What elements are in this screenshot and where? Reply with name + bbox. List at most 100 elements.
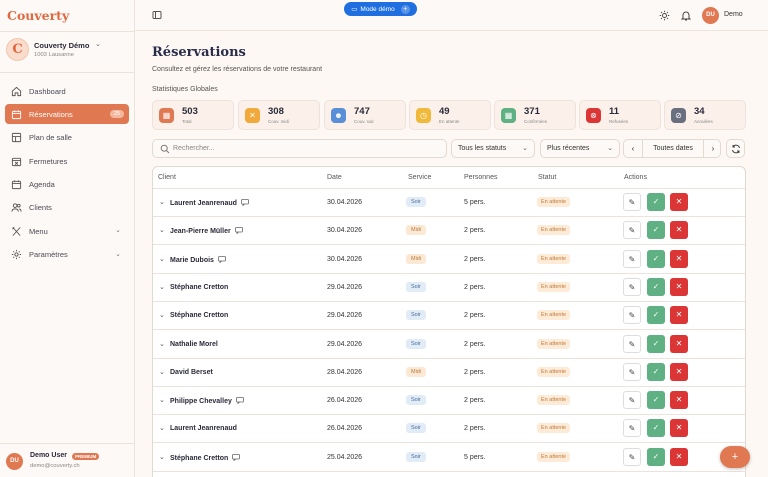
date-range-label[interactable]: Toutes dates bbox=[642, 140, 704, 157]
chevron-down-icon[interactable]: ⌄ bbox=[159, 255, 165, 263]
confirm-button[interactable]: ✓ bbox=[647, 391, 665, 410]
client-name[interactable]: Stéphane Cretton bbox=[170, 312, 228, 319]
edit-button[interactable]: ✎ bbox=[623, 306, 641, 325]
stat-card-total[interactable]: ▦ 503 Total bbox=[152, 100, 234, 130]
edit-button[interactable]: ✎ bbox=[623, 391, 641, 410]
avatar[interactable]: DU bbox=[702, 7, 719, 24]
add-reservation-button[interactable]: + bbox=[720, 446, 750, 468]
stat-card-refusees[interactable]: ⊗ 11 Refusées bbox=[579, 100, 661, 130]
sidebar-item-menu[interactable]: Menu ⌄ bbox=[5, 221, 129, 241]
edit-button[interactable]: ✎ bbox=[623, 447, 641, 466]
client-name[interactable]: Laurent Jeanrenaud bbox=[170, 425, 237, 432]
edit-button[interactable]: ✎ bbox=[623, 249, 641, 268]
confirm-button[interactable]: ✓ bbox=[647, 306, 665, 325]
sidebar-item-parametres[interactable]: Paramètres ⌄ bbox=[5, 245, 129, 265]
bell-icon[interactable] bbox=[680, 10, 692, 21]
reject-button[interactable]: ✕ bbox=[670, 249, 688, 268]
sidebar-item-agenda[interactable]: Agenda bbox=[5, 175, 129, 195]
chevron-down-icon[interactable]: ⌄ bbox=[159, 368, 165, 376]
confirm-button[interactable]: ✓ bbox=[647, 419, 665, 438]
client-name[interactable]: Laurent Jeanrenaud bbox=[170, 199, 249, 207]
edit-button[interactable]: ✎ bbox=[623, 221, 641, 240]
table-row[interactable]: ⌄ David Berset 28.04.2026 Midi 2 pers. En att… bbox=[153, 359, 745, 387]
user-email: demo@couverty.ch bbox=[30, 463, 80, 469]
stat-card-couv-midi[interactable]: ✕ 308 Couv. midi bbox=[238, 100, 320, 130]
status-filter-select[interactable]: Tous les statuts ⌄ bbox=[451, 139, 535, 158]
client-name[interactable]: Stéphane Cretton bbox=[170, 284, 228, 291]
stat-card-couv-soir[interactable]: ☻ 747 Couv. soir bbox=[324, 100, 406, 130]
service-badge: Soir bbox=[406, 310, 426, 321]
sidebar-item-clients[interactable]: Clients bbox=[5, 198, 129, 218]
sidebar-item-fermetures[interactable]: Fermetures bbox=[5, 151, 129, 171]
reject-button[interactable]: ✕ bbox=[670, 362, 688, 381]
client-name[interactable]: Stéphane Cretton bbox=[170, 453, 241, 462]
confirm-button[interactable]: ✓ bbox=[647, 362, 665, 381]
chevron-down-icon[interactable]: ⌄ bbox=[159, 283, 165, 291]
table-row[interactable]: ⌄ Laurent Jeanrenaud 26.04.2026 Soir 2 pers.… bbox=[153, 415, 745, 444]
check-icon: ✓ bbox=[652, 281, 660, 291]
chevron-down-icon[interactable]: ⌄ bbox=[159, 424, 165, 432]
table-row[interactable]: ⌄ Stéphane Cretton 29.04.2026 Soir 2 pers. En… bbox=[153, 274, 745, 302]
table-row[interactable]: ⌄ Marie Dubois 30.04.2026 Midi 2 pers. En att… bbox=[153, 246, 745, 274]
edit-button[interactable]: ✎ bbox=[623, 362, 641, 381]
sidebar-item-plan-de-salle[interactable]: Plan de salle bbox=[5, 128, 129, 148]
chevron-down-icon[interactable]: ⌄ bbox=[159, 226, 165, 234]
sidebar-toggle-icon[interactable] bbox=[152, 10, 162, 20]
sort-select[interactable]: Plus récentes ⌄ bbox=[540, 139, 620, 158]
sidebar-item-dashboard[interactable]: Dashboard bbox=[5, 81, 129, 101]
client-name[interactable]: Nathalie Morel bbox=[170, 341, 218, 348]
reject-button[interactable]: ✕ bbox=[670, 447, 688, 466]
stat-card-confirmees[interactable]: ▦ 371 Confirmées bbox=[494, 100, 576, 130]
reject-button[interactable]: ✕ bbox=[670, 334, 688, 353]
confirm-button[interactable]: ✓ bbox=[647, 277, 665, 296]
edit-button[interactable]: ✎ bbox=[623, 193, 641, 211]
client-name-text: Philippe Chevalley bbox=[170, 398, 232, 406]
app-logo[interactable]: Couverty bbox=[7, 8, 69, 23]
plan-badge: PREMIUM bbox=[72, 453, 100, 460]
edit-button[interactable]: ✎ bbox=[623, 277, 641, 296]
chevron-down-icon[interactable]: ⌄ bbox=[159, 453, 165, 461]
chevron-down-icon[interactable]: ⌄ bbox=[159, 340, 165, 348]
edit-button[interactable]: ✎ bbox=[623, 334, 641, 353]
client-name[interactable]: Jean-Pierre Müller bbox=[170, 227, 243, 235]
reject-button[interactable]: ✕ bbox=[670, 277, 688, 296]
pencil-icon: ✎ bbox=[628, 396, 636, 406]
search-input[interactable]: Rechercher... bbox=[152, 139, 447, 158]
stat-card-en-attente[interactable]: ◷ 49 En attente bbox=[409, 100, 491, 130]
stat-value: 503 bbox=[182, 106, 198, 117]
chevron-left-icon[interactable]: ‹ bbox=[624, 140, 642, 157]
chevron-down-icon[interactable]: ⌄ bbox=[159, 198, 165, 206]
refresh-button[interactable] bbox=[726, 139, 745, 158]
edit-button[interactable]: ✎ bbox=[623, 419, 641, 438]
chevron-right-icon[interactable]: › bbox=[704, 140, 722, 157]
reject-button[interactable]: ✕ bbox=[670, 221, 688, 240]
stat-card-annulees[interactable]: ⊘ 34 Annulées bbox=[664, 100, 746, 130]
confirm-button[interactable]: ✓ bbox=[647, 249, 665, 268]
sun-icon[interactable] bbox=[659, 10, 670, 21]
table-row[interactable]: ⌄ Jean-Pierre Müller 30.04.2026 Midi 2 pers.… bbox=[153, 217, 745, 246]
user-menu[interactable]: Demo bbox=[724, 11, 743, 18]
avatar[interactable]: DU bbox=[6, 453, 23, 470]
client-name[interactable]: Marie Dubois bbox=[170, 255, 226, 264]
reject-button[interactable]: ✕ bbox=[670, 306, 688, 325]
chevron-down-icon[interactable]: ⌄ bbox=[159, 396, 165, 404]
client-name[interactable]: David Berset bbox=[170, 369, 213, 376]
sidebar-item-reservations[interactable]: Réservations 25 bbox=[5, 104, 129, 125]
reject-button[interactable]: ✕ bbox=[670, 193, 688, 211]
table-row[interactable]: ⌄ Nathalie Morel 29.04.2026 Soir 2 pers. En a… bbox=[153, 331, 745, 359]
table-row[interactable]: ⌄ Laurent Jeanrenaud 30.04.2026 Soir 5 pers.… bbox=[153, 189, 745, 217]
table-row[interactable]: ⌄ Stéphane Cretton 29.04.2026 Soir 2 pers. En… bbox=[153, 302, 745, 331]
client-name[interactable]: Philippe Chevalley bbox=[170, 397, 244, 405]
restaurant-switcher[interactable]: C Couverty Démo ⌄ 1003 Lausanne bbox=[6, 37, 130, 65]
reject-button[interactable]: ✕ bbox=[670, 391, 688, 410]
stat-value: 371 bbox=[524, 106, 540, 117]
confirm-button[interactable]: ✓ bbox=[647, 221, 665, 240]
confirm-button[interactable]: ✓ bbox=[647, 447, 665, 466]
table-row[interactable]: ⌄ Stéphane Cretton 25.04.2026 Soir 5 pers. En… bbox=[153, 444, 745, 472]
demo-mode-button[interactable]: ▭ Mode démo + bbox=[344, 2, 417, 16]
reject-button[interactable]: ✕ bbox=[670, 419, 688, 438]
chevron-down-icon[interactable]: ⌄ bbox=[159, 311, 165, 319]
confirm-button[interactable]: ✓ bbox=[647, 334, 665, 353]
table-row[interactable]: ⌄ Philippe Chevalley 26.04.2026 Soir 2 pers.… bbox=[153, 387, 745, 416]
confirm-button[interactable]: ✓ bbox=[647, 193, 665, 211]
